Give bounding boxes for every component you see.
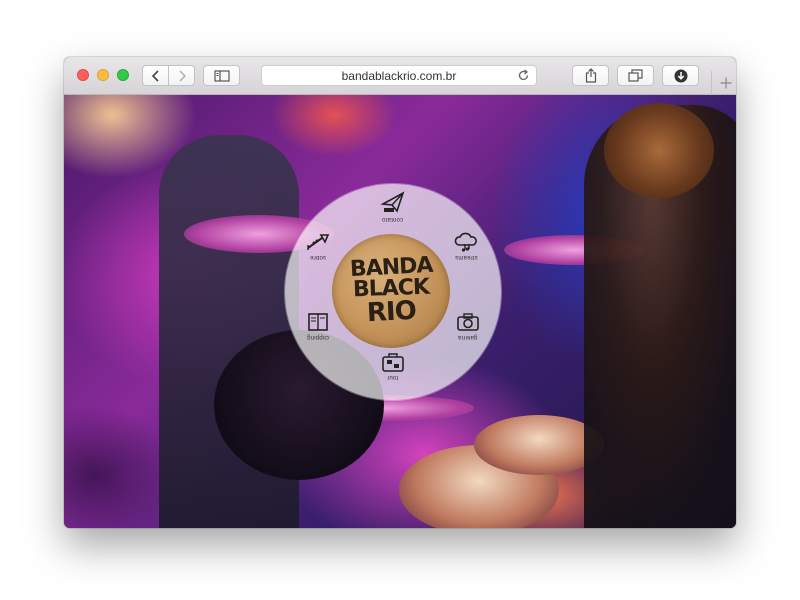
menu-item-contact[interactable]: contato <box>368 190 418 222</box>
address-url: bandablackrio.com.br <box>341 69 457 83</box>
menu-label-gallery: galeria <box>458 334 478 340</box>
navigation-buttons <box>142 65 196 86</box>
chevron-right-icon <box>178 69 186 82</box>
banda-black-rio-logo[interactable]: BANDA BLACK RIO <box>332 234 450 348</box>
book-icon <box>308 313 328 331</box>
share-icon <box>585 68 596 83</box>
camera-icon <box>457 313 479 331</box>
logo-line-rio: RIO <box>365 295 417 328</box>
circular-nav-menu: contato streams galeria tour clipping so… <box>285 184 501 400</box>
plus-icon <box>720 77 731 89</box>
menu-item-clipping[interactable]: clipping <box>293 312 343 340</box>
suitcase-icon <box>382 353 404 372</box>
forward-button[interactable] <box>168 65 195 86</box>
menu-label-contact: contato <box>382 216 404 222</box>
download-icon <box>674 69 687 82</box>
paper-plane-icon <box>380 191 405 213</box>
menu-label-tour: tour <box>387 374 399 380</box>
menu-item-gallery[interactable]: galeria <box>443 312 493 340</box>
menu-item-about[interactable]: sobre <box>293 232 343 260</box>
tabs-overview-button[interactable] <box>617 65 654 86</box>
menu-item-tour[interactable]: tour <box>368 352 418 380</box>
sidebar-icon <box>213 69 230 82</box>
back-button[interactable] <box>142 65 169 86</box>
address-bar[interactable]: bandablackrio.com.br <box>261 65 537 86</box>
minimize-window-button[interactable] <box>97 69 109 81</box>
sidebar-button[interactable] <box>203 65 240 86</box>
browser-window: bandablackrio.com.br contato streams gal… <box>64 57 736 528</box>
share-button[interactable] <box>572 65 609 86</box>
close-window-button[interactable] <box>77 69 89 81</box>
new-tab-button[interactable] <box>711 71 736 95</box>
menu-item-streams[interactable]: streams <box>441 232 491 260</box>
chevron-left-icon <box>151 69 159 82</box>
trumpet-icon <box>307 234 330 250</box>
menu-label-clipping: clipping <box>307 334 329 340</box>
downloads-button[interactable] <box>662 65 699 86</box>
menu-label-streams: streams <box>454 254 478 260</box>
hero-photo-background: contato streams galeria tour clipping so… <box>64 95 736 528</box>
tabs-icon <box>628 69 643 82</box>
drummer-head <box>604 103 714 198</box>
zoom-window-button[interactable] <box>117 69 129 81</box>
reload-icon[interactable] <box>517 69 530 82</box>
menu-label-about: sobre <box>309 254 326 260</box>
browser-toolbar: bandablackrio.com.br <box>64 57 736 95</box>
cloud-music-icon <box>454 232 477 252</box>
